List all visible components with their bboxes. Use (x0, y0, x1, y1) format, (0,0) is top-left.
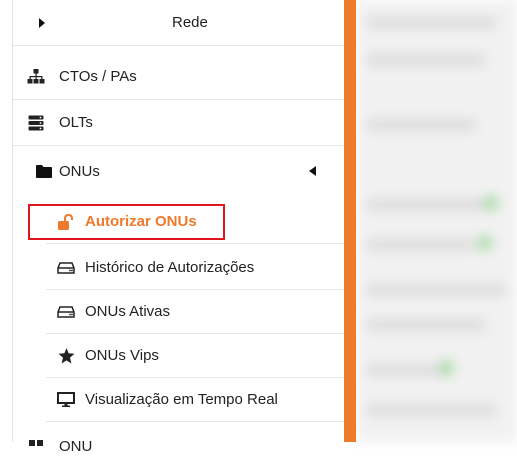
grid-icon (27, 438, 45, 456)
caret-right-icon (33, 14, 51, 32)
monitor-icon (56, 391, 76, 409)
submenu-item-label: Visualização em Tempo Real (85, 391, 278, 408)
sidebar-item-label: ONU (59, 438, 93, 455)
folder-icon (35, 162, 53, 180)
hdd-icon (56, 303, 76, 321)
hdd-icon (56, 259, 76, 277)
caret-left-icon (303, 162, 321, 180)
submenu-item-visualizacao[interactable]: Visualização em Tempo Real (46, 378, 344, 422)
sidebar-item-rede[interactable]: Rede (13, 0, 344, 46)
sidebar-accent-bar (343, 0, 356, 442)
sitemap-icon (27, 68, 45, 86)
sidebar-item-label: CTOs / PAs (59, 68, 137, 85)
submenu-item-onus-ativas[interactable]: ONUs Ativas (46, 290, 344, 334)
submenu-item-onus-vips[interactable]: ONUs Vips (46, 334, 344, 378)
sidebar-item-ctos[interactable]: CTOs / PAs (13, 54, 344, 100)
submenu-item-label: ONUs Vips (85, 347, 159, 364)
blurred-background (356, 0, 517, 442)
sidebar-item-olts[interactable]: OLTs (13, 100, 344, 146)
sidebar-item-next[interactable]: ONU (13, 428, 344, 474)
sidebar-item-label: ONUs (59, 162, 100, 180)
submenu-item-label: ONUs Ativas (85, 303, 171, 320)
submenu-item-label: Histórico de Autorizações (85, 259, 255, 276)
server-icon (27, 114, 45, 132)
submenu-item-historico[interactable]: Histórico de Autorizações (46, 246, 344, 290)
sidebar-item-label: OLTs (59, 114, 93, 131)
star-icon (56, 347, 76, 365)
sidebar-item-label: Rede (172, 14, 208, 31)
selection-highlight-box (28, 204, 225, 240)
sidebar-item-onus[interactable]: ONUs (13, 147, 344, 195)
